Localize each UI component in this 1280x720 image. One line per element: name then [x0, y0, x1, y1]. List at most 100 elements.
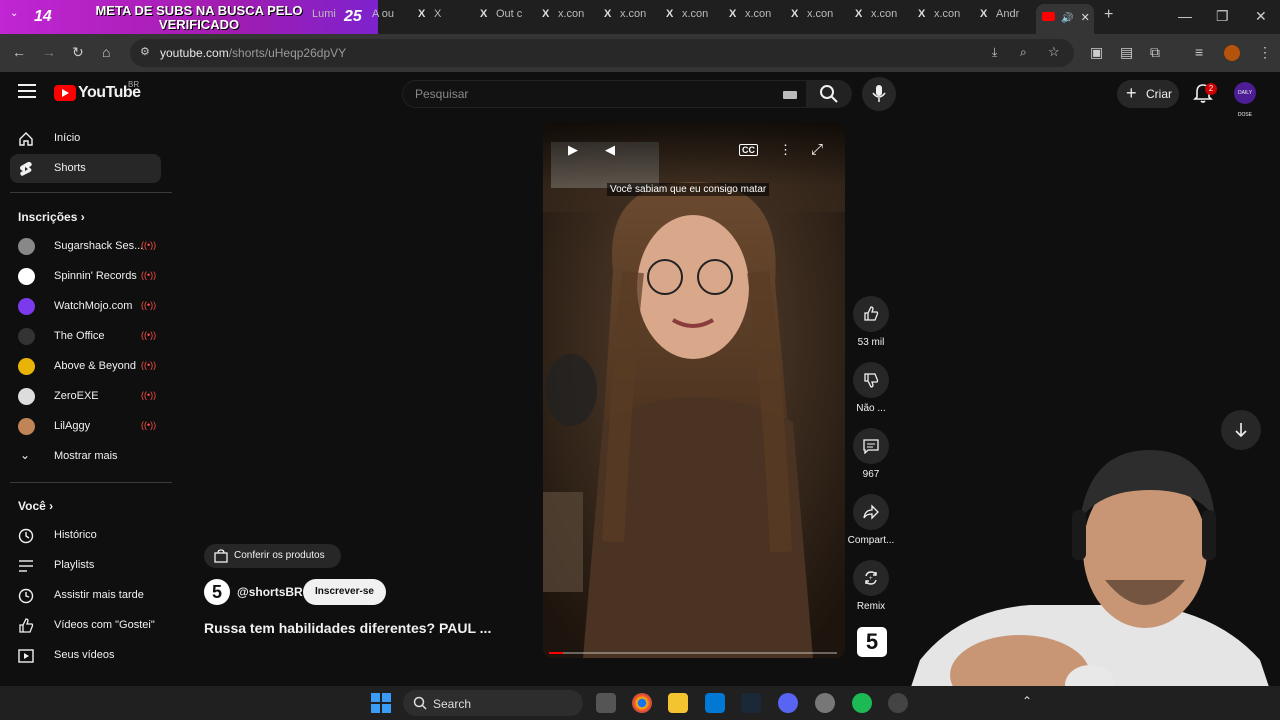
- task-view-icon[interactable]: [596, 693, 616, 713]
- taskbar-search[interactable]: Search: [403, 690, 583, 716]
- zoom-icon[interactable]: ⌕: [1020, 45, 1027, 60]
- app-icon[interactable]: [888, 693, 908, 713]
- sound-thumbnail[interactable]: 5: [857, 627, 887, 657]
- site-info-icon[interactable]: ⚙: [140, 45, 150, 58]
- create-button[interactable]: + Criar: [1117, 80, 1179, 108]
- show-more-button[interactable]: ⌄ Mostrar mais: [10, 442, 161, 471]
- remix-button[interactable]: + Remix: [846, 560, 896, 612]
- browser-tab[interactable]: Xx.con: [855, 8, 907, 28]
- steam-icon[interactable]: [741, 693, 761, 713]
- browser-tab[interactable]: Lumi: [296, 8, 348, 28]
- sidebar-item-subscription[interactable]: The Office ((•)): [10, 322, 161, 351]
- volume-icon[interactable]: ◀: [605, 142, 615, 158]
- tab-title: x.con: [682, 8, 709, 20]
- keyboard-icon[interactable]: [783, 91, 797, 99]
- store-icon[interactable]: [705, 693, 725, 713]
- subscription-label: WatchMojo.com: [54, 300, 133, 312]
- closed-captions-icon[interactable]: CC: [739, 144, 758, 156]
- comments-button[interactable]: 967: [846, 428, 896, 480]
- chevron-up-icon[interactable]: ⌃: [1022, 694, 1032, 708]
- media-control-icon[interactable]: ≡: [1195, 44, 1203, 60]
- like-button[interactable]: 53 mil: [846, 296, 896, 348]
- address-bar[interactable]: ⚙ youtube.com/shorts/uHeqp26dpVY ⤓ ⌕ ☆: [130, 39, 1074, 67]
- share-button[interactable]: Compart...: [846, 494, 896, 546]
- sidebar-item-subscription[interactable]: Above & Beyond ((•)): [10, 352, 161, 381]
- sidebar-item-subscription[interactable]: Spinnin' Records ((•)): [10, 262, 161, 291]
- new-tab-icon[interactable]: +: [1104, 6, 1113, 24]
- install-app-icon[interactable]: ⤓: [992, 45, 997, 60]
- browser-tab[interactable]: A ou: [356, 8, 408, 28]
- youtube-logo-icon[interactable]: [54, 85, 76, 101]
- spotify-icon[interactable]: [852, 693, 872, 713]
- sidebar-item-playlists[interactable]: Playlists: [10, 551, 161, 580]
- share-icon: [863, 504, 879, 520]
- search-button[interactable]: [806, 80, 852, 108]
- channel-avatar[interactable]: 5: [204, 579, 230, 605]
- windows-start-icon[interactable]: [371, 693, 391, 713]
- browser-tab[interactable]: Xx.con: [542, 8, 594, 28]
- browser-tab[interactable]: X Andr: [980, 8, 1032, 28]
- browser-menu-icon[interactable]: ⋮: [1258, 44, 1272, 61]
- sidebar-item-subscription[interactable]: LilAggy ((•)): [10, 412, 161, 441]
- settings-icon[interactable]: [815, 693, 835, 713]
- search-input[interactable]: [415, 87, 775, 101]
- browser-tab[interactable]: X Out c: [480, 8, 532, 28]
- close-window-icon[interactable]: ✕: [1255, 8, 1267, 25]
- sidebar-item-subscription[interactable]: WatchMojo.com ((•)): [10, 292, 161, 321]
- sidebar-item-shorts[interactable]: Shorts: [10, 154, 161, 183]
- you-section-title[interactable]: Você ›: [18, 499, 53, 513]
- menu-icon[interactable]: [18, 84, 36, 102]
- discord-icon[interactable]: [778, 693, 798, 713]
- shorts-video-player[interactable]: ▶ ◀ CC ⋮ ⤢ Você sabiam que eu consigo ma…: [543, 122, 845, 658]
- comment-count: 967: [862, 469, 880, 480]
- extension-icon[interactable]: ▣: [1090, 44, 1103, 61]
- voice-search-button[interactable]: [862, 77, 896, 111]
- sidebar-item-your-videos[interactable]: Seus vídeos: [10, 641, 161, 670]
- browser-tab[interactable]: Xx.con: [666, 8, 718, 28]
- tab-youtube-active[interactable]: 🔊 ✕: [1036, 4, 1094, 34]
- tab-title: x.con: [934, 8, 961, 20]
- sidebar-item-subscription[interactable]: Sugarshack Ses... ((•)): [10, 232, 161, 261]
- view-products-button[interactable]: Conferir os produtos: [204, 544, 341, 568]
- subscription-label: Sugarshack Ses...: [54, 240, 144, 252]
- sidebar-item-liked-videos[interactable]: Vídeos com "Gostei": [10, 611, 161, 640]
- more-options-icon[interactable]: ⋮: [779, 142, 792, 158]
- subscriptions-title[interactable]: Inscrições ›: [18, 210, 85, 224]
- back-icon[interactable]: ←: [12, 44, 26, 60]
- forward-icon[interactable]: →: [42, 44, 56, 60]
- region-code: BR: [128, 80, 140, 89]
- minimize-icon[interactable]: —: [1178, 8, 1192, 24]
- profile-avatar[interactable]: [1224, 45, 1240, 61]
- progress-bar[interactable]: [549, 652, 837, 654]
- sidebar-item-history[interactable]: Histórico: [10, 521, 161, 550]
- sidebar-item-home[interactable]: Início: [10, 124, 161, 153]
- show-more-label: Mostrar mais: [54, 450, 118, 462]
- account-avatar[interactable]: DAILY DOSE: [1234, 82, 1256, 118]
- play-icon[interactable]: ▶: [568, 142, 578, 158]
- browser-tab[interactable]: Xx.con: [604, 8, 656, 28]
- chrome-icon[interactable]: [632, 693, 652, 713]
- extension-icon[interactable]: ▤: [1120, 44, 1133, 61]
- dislike-button[interactable]: Não ...: [846, 362, 896, 414]
- sidebar-item-watch-later[interactable]: Assistir mais tarde: [10, 581, 161, 610]
- create-label: Criar: [1146, 87, 1172, 101]
- url-text[interactable]: youtube.com/shorts/uHeqp26dpVY: [160, 46, 346, 60]
- browser-tab[interactable]: Xx.con: [791, 8, 843, 28]
- home-icon[interactable]: ⌂: [102, 44, 110, 60]
- bookmark-star-icon[interactable]: ☆: [1048, 44, 1060, 60]
- chevron-down-icon[interactable]: ⌄: [10, 8, 18, 19]
- video-title[interactable]: Russa tem habilidades diferentes? PAUL .…: [204, 620, 491, 636]
- puzzle-icon[interactable]: ⧉: [1150, 44, 1160, 61]
- fullscreen-icon[interactable]: ⤢: [811, 141, 823, 158]
- close-tab-icon[interactable]: ✕: [1081, 12, 1090, 24]
- channel-handle[interactable]: @shortsBR: [237, 585, 303, 599]
- file-explorer-icon[interactable]: [668, 693, 688, 713]
- browser-tab[interactable]: Xx.con: [729, 8, 781, 28]
- reload-icon[interactable]: ↻: [72, 44, 84, 61]
- sidebar-item-subscription[interactable]: ZeroEXE ((•)): [10, 382, 161, 411]
- browser-tab[interactable]: Xx.con: [918, 8, 970, 28]
- restore-icon[interactable]: ❐: [1216, 8, 1229, 25]
- subscribe-button[interactable]: Inscrever-se: [303, 579, 386, 605]
- browser-tab[interactable]: XX: [418, 8, 470, 28]
- tab-favicon-icon: X: [980, 8, 988, 20]
